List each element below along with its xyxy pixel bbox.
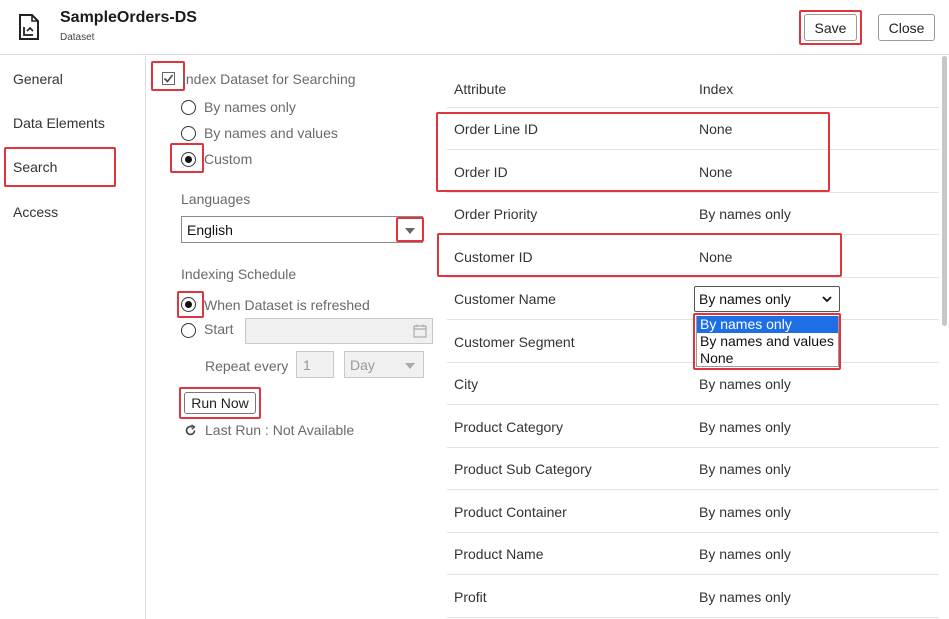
table-row-index[interactable]: By names only — [699, 206, 791, 222]
start-date-input[interactable] — [245, 318, 433, 344]
last-run-status: Last Run : Not Available — [205, 422, 355, 438]
row-divider — [447, 574, 939, 575]
save-button[interactable]: Save — [804, 14, 857, 41]
when-refreshed-label: When Dataset is refreshed — [204, 297, 370, 313]
table-row-index[interactable]: By names only — [699, 376, 791, 392]
table-row-index[interactable]: By names only — [699, 546, 791, 562]
checkmark-icon — [163, 74, 174, 83]
chevron-down-icon — [822, 296, 832, 303]
nav-item-data-elements[interactable]: Data Elements — [13, 115, 105, 131]
row-divider — [447, 447, 939, 448]
nav-item-access[interactable]: Access — [13, 204, 58, 220]
table-row-index[interactable]: By names only — [699, 419, 791, 435]
radio-by-names-only-label: By names only — [204, 99, 296, 115]
index-select-value: By names only — [699, 291, 791, 307]
dropdown-option-none[interactable]: None — [697, 350, 838, 367]
row-divider — [447, 532, 939, 533]
radio-when-refreshed[interactable] — [181, 297, 196, 312]
row-divider — [447, 277, 939, 278]
language-select[interactable]: English — [181, 216, 423, 243]
table-row-attribute: City — [454, 376, 479, 392]
dataset-icon — [19, 14, 39, 40]
table-row-attribute: Customer Name — [454, 291, 556, 307]
table-row-index[interactable]: By names only — [699, 461, 791, 477]
row-divider — [447, 192, 939, 193]
repeat-unit-value: Day — [350, 357, 375, 373]
refresh-icon — [185, 424, 196, 436]
dataset-subtitle: Dataset — [60, 32, 95, 43]
table-row-attribute: Product Sub Category — [454, 461, 592, 477]
index-dataset-label: Index Dataset for Searching — [182, 71, 356, 87]
table-scrollbar[interactable] — [942, 56, 947, 326]
table-row-attribute: Customer Segment — [454, 334, 575, 350]
languages-label: Languages — [181, 191, 251, 207]
repeat-unit-select[interactable]: Day — [344, 351, 424, 378]
nav-item-search[interactable]: Search — [13, 159, 57, 175]
table-row-attribute: Order Priority — [454, 206, 538, 222]
table-row-attribute: Order Line ID — [454, 121, 539, 137]
chevron-down-icon — [405, 228, 415, 234]
table-row-attribute: Product Category — [454, 419, 563, 435]
table-row-index[interactable]: By names only — [699, 589, 791, 605]
column-header-index: Index — [699, 81, 734, 97]
table-row-index[interactable]: None — [699, 121, 732, 137]
row-divider — [447, 149, 939, 150]
table-row-attribute: Customer ID — [454, 249, 533, 265]
table-row-index[interactable]: None — [699, 249, 732, 265]
header-divider — [447, 107, 939, 108]
indexing-schedule-label: Indexing Schedule — [181, 266, 297, 282]
table-row-attribute: Profit — [454, 589, 487, 605]
radio-by-names-only[interactable] — [181, 100, 196, 115]
column-header-attribute: Attribute — [454, 81, 507, 97]
table-row-index[interactable]: None — [699, 164, 732, 180]
nav-item-general[interactable]: General — [13, 71, 63, 87]
left-nav: General Data Elements Search Access — [0, 56, 146, 619]
row-divider — [447, 404, 939, 405]
start-label: Start — [204, 321, 234, 337]
table-row-attribute: Order ID — [454, 164, 508, 180]
repeat-count-value: 1 — [303, 357, 311, 373]
radio-by-names-and-values-label: By names and values — [204, 125, 338, 141]
radio-start[interactable] — [181, 323, 196, 338]
radio-custom[interactable] — [181, 152, 196, 167]
table-row-attribute: Product Container — [454, 504, 567, 520]
row-divider — [447, 489, 939, 490]
repeat-count-input[interactable]: 1 — [296, 351, 334, 378]
repeat-chevron-icon — [405, 363, 415, 369]
row-divider — [447, 234, 939, 235]
radio-by-names-and-values[interactable] — [181, 126, 196, 141]
dropdown-option-names-only[interactable]: By names only — [697, 316, 838, 333]
dataset-title: SampleOrders-DS — [60, 9, 197, 26]
run-now-button[interactable]: Run Now — [184, 392, 256, 414]
row-divider — [447, 319, 939, 320]
calendar-icon — [413, 324, 427, 338]
language-value: English — [187, 222, 233, 238]
table-row-attribute: Product Name — [454, 546, 544, 562]
header-bar: SampleOrders-DS Dataset Save Close — [0, 0, 949, 55]
radio-custom-label: Custom — [204, 151, 253, 167]
row-divider — [447, 617, 939, 618]
index-select-customer-name[interactable]: By names only — [694, 286, 840, 312]
repeat-every-label: Repeat every — [205, 358, 289, 374]
close-button[interactable]: Close — [878, 14, 935, 41]
row-divider — [447, 362, 939, 363]
dropdown-option-names-and-values[interactable]: By names and values — [697, 333, 838, 350]
index-dropdown-list: By names only By names and values None — [696, 316, 839, 367]
table-row-index[interactable]: By names only — [699, 504, 791, 520]
index-dataset-checkbox[interactable] — [162, 72, 175, 85]
